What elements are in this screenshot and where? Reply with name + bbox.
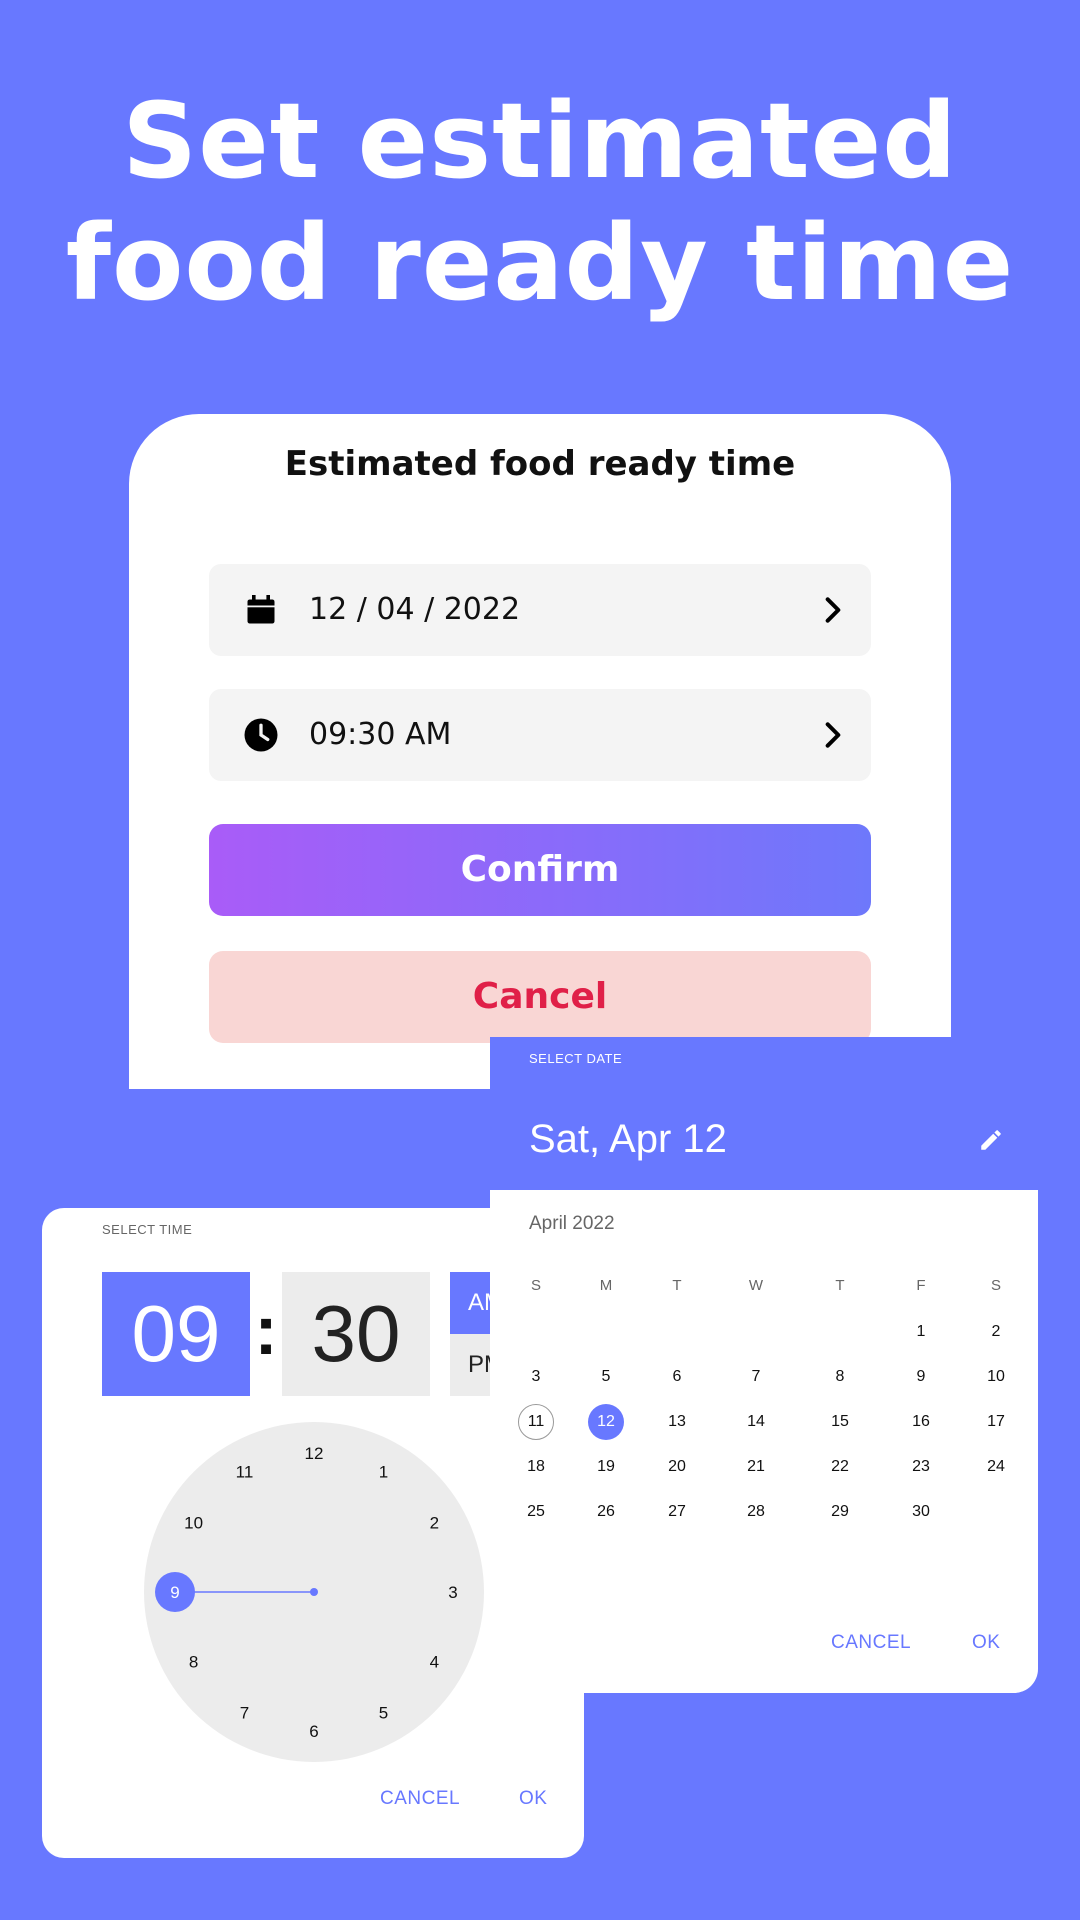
ready-time-card: Estimated food ready time 12 / 04 / 2022… <box>129 414 951 1089</box>
calendar-day[interactable]: 9 <box>901 1359 941 1395</box>
calendar-day[interactable]: 25 <box>516 1494 556 1530</box>
headline-line-1: Set estimated <box>122 80 958 202</box>
time-ok-button[interactable]: OK <box>519 1788 547 1810</box>
calendar-day[interactable]: 27 <box>657 1494 697 1530</box>
calendar-day[interactable]: 30 <box>901 1494 941 1530</box>
time-field[interactable]: 09:30 AM <box>209 689 871 781</box>
calendar-day[interactable]: 3 <box>516 1359 556 1395</box>
date-picker-dialog: SELECT DATE Sat, Apr 12 April 2022 SMTWT… <box>490 1037 1038 1693</box>
calendar-day[interactable]: 11 <box>518 1404 554 1440</box>
calendar-day[interactable]: 28 <box>736 1494 776 1530</box>
calendar-day[interactable]: 7 <box>736 1359 776 1395</box>
clock-center-dot <box>310 1588 318 1596</box>
calendar-day[interactable]: 13 <box>657 1404 697 1440</box>
hour-display[interactable]: 09 <box>102 1272 250 1396</box>
time-separator: : <box>254 1291 278 1369</box>
weekday-header: T <box>835 1277 845 1294</box>
calendar-day[interactable]: 24 <box>976 1449 1016 1485</box>
calendar-day[interactable]: 5 <box>586 1359 626 1395</box>
calendar-day[interactable]: 16 <box>901 1404 941 1440</box>
calendar-day[interactable]: 26 <box>586 1494 626 1530</box>
calendar-day[interactable]: 15 <box>820 1404 860 1440</box>
weekday-header: M <box>599 1277 613 1294</box>
clock-number[interactable]: 3 <box>448 1583 457 1602</box>
calendar-day[interactable]: 12 <box>588 1404 624 1440</box>
date-cancel-button[interactable]: CANCEL <box>831 1632 911 1654</box>
time-cancel-button[interactable]: CANCEL <box>380 1788 460 1810</box>
headline: Set estimated food ready time <box>0 80 1080 324</box>
card-title: Estimated food ready time <box>284 444 796 484</box>
cancel-button[interactable]: Cancel <box>209 951 871 1043</box>
weekday-header: F <box>916 1277 926 1294</box>
time-picker-label: SELECT TIME <box>102 1222 193 1237</box>
calendar-day[interactable]: 21 <box>736 1449 776 1485</box>
calendar-grid: S M T W T F S 1 2 3 5 6 7 8 9 10 11 12 13 14 15 16 17 18 19 20 21 2… <box>490 1037 1038 1693</box>
clock-number[interactable]: 6 <box>309 1722 318 1741</box>
weekday-header: S <box>990 1277 1001 1294</box>
date-value: 12 / 04 / 2022 <box>309 592 521 627</box>
calendar-day[interactable]: 2 <box>976 1314 1016 1350</box>
clock-number[interactable]: 12 <box>305 1444 324 1463</box>
chevron-right-icon <box>825 597 841 623</box>
weekday-header: T <box>672 1277 682 1294</box>
calendar-day[interactable]: 8 <box>820 1359 860 1395</box>
calendar-day[interactable]: 19 <box>586 1449 626 1485</box>
chevron-right-icon <box>825 722 841 748</box>
confirm-button[interactable]: Confirm <box>209 824 871 916</box>
calendar-day[interactable]: 18 <box>516 1449 556 1485</box>
weekday-header: W <box>748 1277 764 1294</box>
clock-face[interactable]: 121234567891011 <box>144 1422 484 1762</box>
headline-line-2: food ready time <box>65 202 1015 324</box>
calendar-day[interactable]: 1 <box>901 1314 941 1350</box>
clock-icon <box>244 718 278 752</box>
calendar-day[interactable]: 17 <box>976 1404 1016 1440</box>
calendar-day[interactable]: 14 <box>736 1404 776 1440</box>
clock-number[interactable]: 4 <box>430 1653 439 1672</box>
clock-number[interactable]: 9 <box>170 1583 179 1602</box>
calendar-day[interactable]: 6 <box>657 1359 697 1395</box>
clock-number[interactable]: 8 <box>189 1653 198 1672</box>
calendar-icon <box>247 595 275 624</box>
clock-number[interactable]: 1 <box>379 1463 388 1482</box>
clock-number[interactable]: 7 <box>240 1703 249 1722</box>
clock-number[interactable]: 2 <box>430 1514 439 1533</box>
clock-number[interactable]: 5 <box>379 1703 388 1722</box>
calendar-day[interactable]: 29 <box>820 1494 860 1530</box>
date-field[interactable]: 12 / 04 / 2022 <box>209 564 871 656</box>
date-ok-button[interactable]: OK <box>972 1632 1000 1654</box>
calendar-day[interactable]: 10 <box>976 1359 1016 1395</box>
clock-number[interactable]: 11 <box>236 1463 254 1482</box>
calendar-day[interactable]: 20 <box>657 1449 697 1485</box>
calendar-day[interactable]: 23 <box>901 1449 941 1485</box>
clock-number[interactable]: 10 <box>184 1514 203 1533</box>
minute-display[interactable]: 30 <box>282 1272 430 1396</box>
calendar-day[interactable]: 22 <box>820 1449 860 1485</box>
weekday-header: S <box>530 1277 541 1294</box>
time-value: 09:30 AM <box>309 717 452 752</box>
